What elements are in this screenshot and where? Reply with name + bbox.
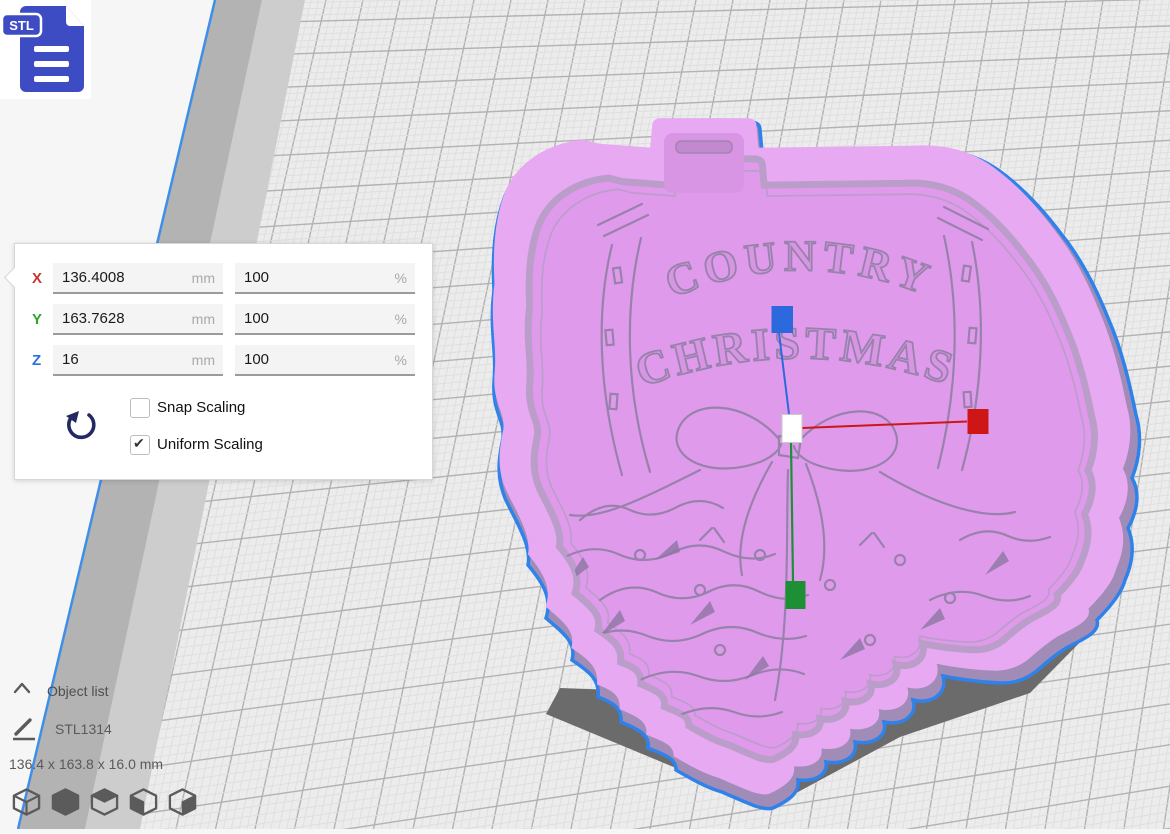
y-scale-handle[interactable]	[786, 581, 806, 609]
model-tab	[664, 133, 744, 193]
snap-scaling-label: Snap Scaling	[157, 399, 245, 416]
x-percent-input[interactable]	[235, 263, 415, 292]
x-size-unit: mm	[192, 270, 215, 286]
z-axis-row: Z mm %	[15, 345, 432, 376]
uniform-scaling-label: Uniform Scaling	[157, 436, 263, 453]
x-scale-handle[interactable]	[968, 409, 989, 434]
snap-scaling-checkbox[interactable]: ✔	[130, 398, 150, 418]
object-list-item[interactable]: STL1314	[55, 721, 112, 737]
reset-rotate-icon	[63, 407, 99, 443]
chevron-up-icon[interactable]	[12, 680, 34, 696]
stl-badge-label: STL	[9, 18, 34, 33]
y-size-unit: mm	[192, 311, 215, 327]
y-axis-row: Y mm %	[15, 304, 432, 335]
x-axis-label: X	[32, 270, 42, 287]
z-scale-handle[interactable]	[772, 306, 794, 333]
x-percent-unit: %	[395, 270, 407, 286]
center-scale-handle[interactable]	[782, 415, 802, 443]
z-percent-unit: %	[395, 352, 407, 368]
view-right-icon[interactable]	[167, 786, 198, 818]
scale-tool-panel: X mm % Y mm % Z mm % ✔ Snap Scaling ✔	[14, 243, 433, 480]
stl-file-icon: STL	[0, 0, 91, 99]
uniform-scaling-checkbox[interactable]: ✔	[130, 435, 150, 455]
x-axis-row: X mm %	[15, 263, 432, 294]
y-percent-unit: %	[395, 311, 407, 327]
checkmark-icon: ✔	[133, 435, 145, 452]
view-front-icon[interactable]	[50, 786, 81, 818]
view-left-icon[interactable]	[128, 786, 159, 818]
pencil-edit-icon[interactable]	[11, 714, 37, 742]
view-3d-icon[interactable]	[11, 786, 42, 818]
view-top-icon[interactable]	[89, 786, 120, 818]
stl-file-thumbnail[interactable]: STL	[0, 0, 91, 99]
y-percent-input[interactable]	[235, 304, 415, 333]
folded-corner-icon	[66, 6, 84, 26]
z-axis-label: Z	[32, 352, 41, 369]
z-percent-input[interactable]	[235, 345, 415, 374]
reset-scale-button[interactable]	[63, 407, 99, 443]
object-list-header[interactable]: Object list	[47, 683, 108, 699]
object-dimensions: 136.4 x 163.8 x 16.0 mm	[9, 756, 163, 772]
camera-view-toolbar	[11, 786, 198, 820]
y-axis-label: Y	[32, 311, 42, 328]
z-size-unit: mm	[192, 352, 215, 368]
